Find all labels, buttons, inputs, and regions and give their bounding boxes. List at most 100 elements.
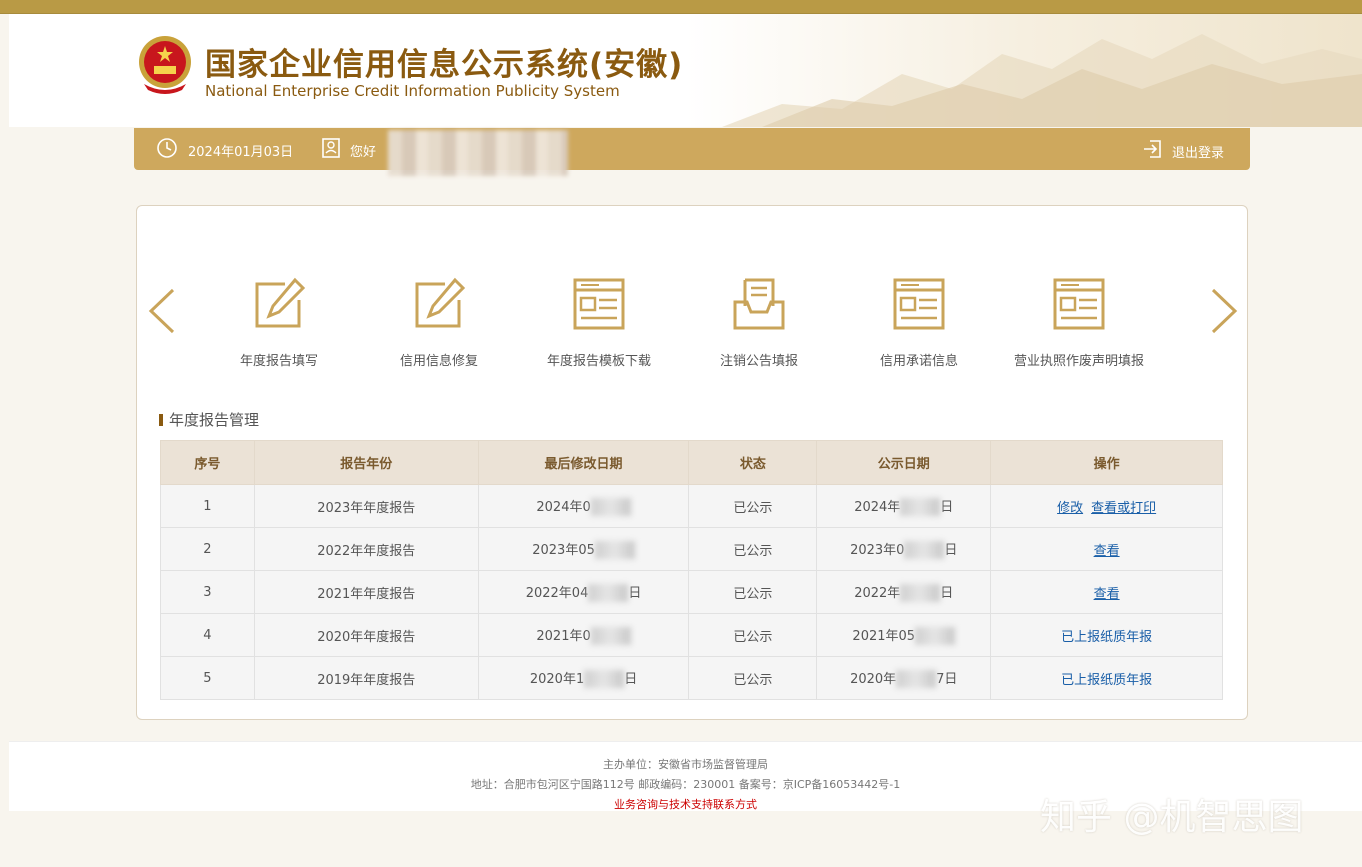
published-suffix: 7日 bbox=[936, 671, 958, 687]
column-header: 序号 bbox=[160, 440, 255, 485]
redacted-value bbox=[904, 541, 945, 560]
redacted-value bbox=[900, 584, 941, 603]
inbox-icon bbox=[733, 278, 785, 330]
modified-text: 2020年1 bbox=[529, 671, 585, 687]
modified-text: 2024年0 bbox=[536, 499, 591, 515]
mountain-decoration bbox=[722, 34, 1362, 127]
cell-modified: 2020年1 日 bbox=[477, 656, 690, 700]
redacted-value bbox=[900, 498, 941, 517]
document-icon bbox=[1053, 278, 1105, 330]
view-print-link[interactable]: 查看或打印 bbox=[1091, 501, 1156, 516]
column-header: 状态 bbox=[688, 440, 818, 485]
cell-modified: 2021年0 bbox=[477, 613, 690, 657]
shortcut-label: 信用承诺信息 bbox=[879, 354, 958, 369]
section-title-text: 年度报告管理 bbox=[169, 411, 260, 429]
shortcut-label: 营业执照作废声明填报 bbox=[1013, 354, 1144, 369]
cell-published: 2020年 7日 bbox=[816, 656, 992, 700]
shortcut-label: 注销公告填报 bbox=[719, 354, 798, 369]
published-suffix: 日 bbox=[940, 499, 954, 515]
table-row: 4 2020年年度报告 2021年0 已公示 2021年05 已上报纸质年报 bbox=[160, 613, 1223, 657]
shortcut-cancellation-notice[interactable]: 注销公告填报 bbox=[689, 276, 829, 376]
cell-published: 2023年0 日 bbox=[816, 527, 992, 571]
top-accent-bar bbox=[0, 0, 1362, 14]
view-link[interactable]: 查看 bbox=[1094, 587, 1120, 602]
cell-no: 2 bbox=[160, 527, 255, 571]
redacted-value bbox=[915, 627, 956, 646]
redacted-value bbox=[594, 541, 635, 560]
shortcut-credit-commitment[interactable]: 信用承诺信息 bbox=[849, 276, 989, 376]
shortcut-license-void-statement[interactable]: 营业执照作废声明填报 bbox=[1009, 276, 1149, 376]
cell-operations: 已上报纸质年报 bbox=[990, 613, 1223, 657]
modified-text: 2023年05 bbox=[532, 542, 595, 558]
redacted-value bbox=[896, 670, 937, 689]
published-text: 2021年05 bbox=[852, 628, 916, 644]
redacted-value bbox=[588, 584, 629, 603]
edit-icon bbox=[415, 277, 466, 328]
column-header: 公示日期 bbox=[816, 440, 992, 485]
cell-published: 2021年05 bbox=[816, 613, 992, 657]
redacted-username bbox=[388, 130, 568, 176]
paper-report-text: 已上报纸质年报 bbox=[1061, 629, 1153, 645]
published-suffix: 日 bbox=[944, 542, 958, 558]
main-panel: 年度报告填写 信用信息修复 年度报告模板下载 注销公告填报 信用承诺信息 营业执… bbox=[136, 205, 1248, 720]
cell-status: 已公示 bbox=[688, 613, 818, 657]
current-date: 2024年01月03日 bbox=[188, 145, 294, 160]
view-link[interactable]: 查看 bbox=[1094, 544, 1120, 559]
cell-status: 已公示 bbox=[688, 656, 818, 700]
carousel-prev-arrow-icon[interactable] bbox=[145, 286, 179, 336]
column-header: 操作 bbox=[990, 440, 1223, 485]
logout-link[interactable]: 退出登录 bbox=[1172, 142, 1224, 161]
section-marker bbox=[159, 414, 163, 426]
cell-year: 2021年年度报告 bbox=[253, 570, 479, 614]
cell-modified: 2024年0 bbox=[477, 484, 690, 528]
shortcut-template-download[interactable]: 年度报告模板下载 bbox=[529, 276, 669, 376]
annual-report-table: 序号 报告年份 最后修改日期 状态 公示日期 操作 1 2023年年度报告 20… bbox=[160, 440, 1223, 700]
logout-icon[interactable] bbox=[1142, 138, 1164, 160]
greeting-text: 您好 bbox=[350, 145, 377, 160]
modified-text: 2021年0 bbox=[536, 628, 591, 644]
cell-status: 已公示 bbox=[688, 527, 818, 571]
column-header: 报告年份 bbox=[253, 440, 479, 485]
cell-operations: 修改 查看或打印 bbox=[990, 484, 1223, 528]
shortcut-credit-repair[interactable]: 信用信息修复 bbox=[369, 276, 509, 376]
table-header-row: 序号 报告年份 最后修改日期 状态 公示日期 操作 bbox=[160, 440, 1223, 485]
published-text: 2020年 bbox=[850, 671, 897, 687]
cell-status: 已公示 bbox=[688, 570, 818, 614]
cell-year: 2023年年度报告 bbox=[253, 484, 479, 528]
document-icon bbox=[573, 278, 625, 330]
modified-text: 2022年04 bbox=[525, 585, 589, 601]
cell-published: 2024年 日 bbox=[816, 484, 992, 528]
cell-modified: 2023年05 bbox=[477, 527, 690, 571]
cell-no: 5 bbox=[160, 656, 255, 700]
published-text: 2022年 bbox=[854, 585, 901, 601]
cell-no: 1 bbox=[160, 484, 255, 528]
redacted-value bbox=[590, 627, 631, 646]
clock-icon bbox=[157, 138, 177, 158]
shortcut-label: 年度报告填写 bbox=[239, 354, 318, 369]
published-text: 2024年 bbox=[854, 499, 901, 515]
shortcut-annual-report-fill[interactable]: 年度报告填写 bbox=[209, 276, 349, 376]
cell-year: 2019年年度报告 bbox=[253, 656, 479, 700]
modify-link[interactable]: 修改 bbox=[1057, 501, 1083, 516]
cell-operations: 查看 bbox=[990, 570, 1223, 614]
user-bar: 2024年01月03日 您好 退出登录 bbox=[134, 128, 1250, 176]
shortcut-label: 信用信息修复 bbox=[399, 354, 478, 369]
user-card-icon bbox=[322, 138, 340, 158]
edit-icon bbox=[255, 277, 306, 328]
column-header: 最后修改日期 bbox=[477, 440, 690, 485]
table-row: 5 2019年年度报告 2020年1 日 已公示 2020年 7日 已上报纸质年报 bbox=[160, 656, 1223, 700]
table-row: 1 2023年年度报告 2024年0 已公示 2024年 日 修改 查看或打印 bbox=[160, 484, 1223, 528]
redacted-value bbox=[590, 498, 631, 517]
national-emblem-icon bbox=[139, 36, 191, 94]
carousel-next-arrow-icon[interactable] bbox=[1207, 286, 1241, 336]
site-header: 国家企业信用信息公示系统(安徽) National Enterprise Cre… bbox=[9, 14, 1362, 127]
published-text: 2023年0 bbox=[850, 542, 905, 558]
modified-suffix: 日 bbox=[624, 671, 638, 687]
document-icon bbox=[893, 278, 945, 330]
cell-operations: 查看 bbox=[990, 527, 1223, 571]
section-title: 年度报告管理 bbox=[159, 409, 259, 430]
cell-status: 已公示 bbox=[688, 484, 818, 528]
cell-operations: 已上报纸质年报 bbox=[990, 656, 1223, 700]
site-subtitle: National Enterprise Credit Information P… bbox=[205, 82, 620, 100]
cell-no: 4 bbox=[160, 613, 255, 657]
